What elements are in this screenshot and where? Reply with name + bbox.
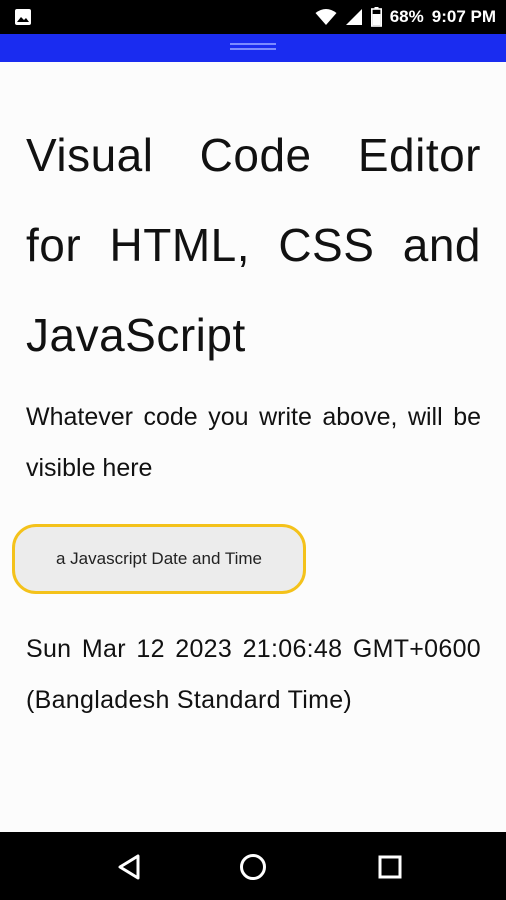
date-output-text: Sun Mar 12 2023 21:06:48 GMT+0600 (Bangl… (26, 635, 481, 714)
home-icon[interactable] (236, 850, 270, 884)
battery-icon (370, 7, 382, 27)
clock: 9:07 PM (431, 7, 496, 26)
drag-handle-icon[interactable] (230, 43, 276, 51)
page-title: Visual Code Editor for HTML, CSS and Jav… (26, 129, 481, 361)
recents-icon[interactable] (373, 850, 407, 884)
preview-pane: Visual Code Editor for HTML, CSS and Jav… (0, 62, 506, 832)
image-icon (14, 8, 32, 31)
battery-percent: 68% (389, 7, 424, 26)
navigation-bar (0, 832, 506, 900)
editor-resize-bar[interactable] (0, 34, 506, 62)
back-icon[interactable] (113, 850, 147, 884)
date-time-button[interactable]: a Javascript Date and Time (12, 524, 306, 594)
signal-icon (345, 8, 363, 26)
status-bar: 68% 9:07 PM (0, 0, 506, 34)
intro-text: Whatever code you write above, will be v… (26, 403, 481, 482)
wifi-icon (315, 8, 337, 26)
